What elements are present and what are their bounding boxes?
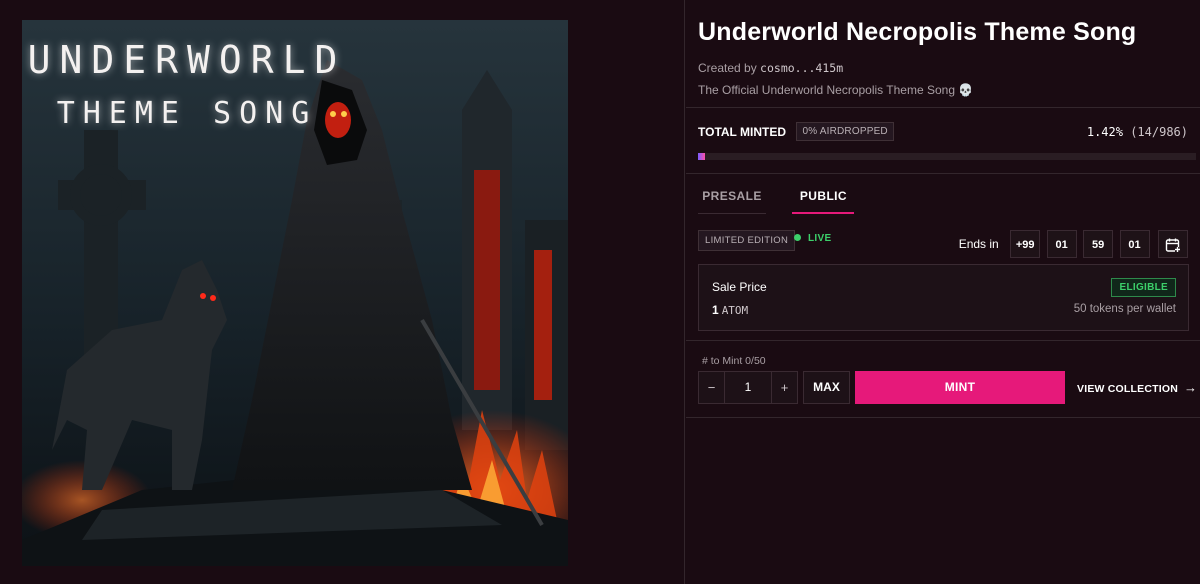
countdown-days: +99	[1010, 230, 1041, 258]
artwork-title-line2: THEME SONG	[56, 96, 318, 131]
collection-title: Underworld Necropolis Theme Song	[698, 18, 1137, 46]
countdown-seconds: 01	[1119, 230, 1150, 258]
sale-price-card: Sale Price ELIGIBLE 1 ATOM 50 tokens per …	[698, 264, 1189, 331]
collection-artwork: UNDERWORLD THEME SONG	[22, 20, 568, 566]
minted-fraction: (14/986)	[1130, 125, 1188, 139]
minted-count: 1.42% (14/986)	[1087, 125, 1188, 139]
mint-controls: # to Mint 0/50 − 1 + MAX MINT VIEW COLLE…	[686, 340, 1200, 418]
eligible-badge: ELIGIBLE	[1111, 278, 1176, 297]
sale-status-row: LIMITED EDITION LIVE Ends in +99 01 59 0…	[698, 230, 1188, 258]
countdown-minutes: 59	[1083, 230, 1114, 258]
calendar-add-icon[interactable]	[1158, 230, 1188, 258]
created-by-label: Created by	[698, 61, 757, 75]
per-wallet-limit: 50 tokens per wallet	[1073, 303, 1176, 315]
price-amount: 1	[712, 303, 719, 317]
tab-public[interactable]: PUBLIC	[792, 176, 855, 214]
artwork-title: UNDERWORLD THEME SONG	[22, 38, 352, 131]
mint-panel: Underworld Necropolis Theme Song Created…	[686, 0, 1200, 584]
ends-in-label: Ends in	[958, 237, 999, 251]
decrement-button[interactable]: −	[699, 372, 725, 403]
view-collection-link[interactable]: VIEW COLLECTION →	[1077, 371, 1197, 404]
quantity-stepper: − 1 +	[698, 371, 798, 404]
sale-price-label: Sale Price	[712, 280, 767, 294]
arrow-right-icon: →	[1184, 380, 1198, 395]
total-minted-section: TOTAL MINTED 0% AIRDROPPED 1.42% (14/986…	[686, 108, 1200, 174]
collection-description: The Official Underworld Necropolis Theme…	[698, 83, 974, 97]
countdown: Ends in +99 01 59 01	[959, 230, 1188, 258]
limited-edition-badge: LIMITED EDITION	[698, 230, 796, 251]
artwork-pane: UNDERWORLD THEME SONG	[0, 0, 685, 584]
total-minted-label: TOTAL MINTED	[698, 124, 786, 139]
increment-button[interactable]: +	[771, 372, 797, 403]
artwork-title-line1: UNDERWORLD	[27, 38, 347, 82]
price-currency: ATOM	[721, 304, 749, 317]
sale-phase-tabs: PRESALE PUBLIC	[698, 176, 855, 214]
to-mint-label: # to Mint 0/50	[702, 355, 766, 367]
live-status: LIVE	[794, 233, 831, 244]
collection-header: Underworld Necropolis Theme Song Created…	[686, 0, 1200, 108]
tab-presale[interactable]: PRESALE	[698, 176, 766, 214]
airdrop-badge: 0% AIRDROPPED	[796, 122, 894, 141]
creator-address-link[interactable]: cosmo...415m	[760, 61, 843, 75]
quantity-input[interactable]: 1	[725, 372, 771, 403]
mint-progress-bar	[698, 153, 1196, 160]
max-button[interactable]: MAX	[803, 371, 850, 404]
mint-button[interactable]: MINT	[855, 371, 1065, 404]
sale-price-value: 1 ATOM	[712, 303, 748, 317]
mint-progress-fill	[698, 153, 706, 160]
view-collection-label: VIEW COLLECTION	[1077, 383, 1178, 395]
live-dot-icon	[794, 234, 801, 241]
live-label: LIVE	[808, 233, 832, 244]
minted-percent: 1.42%	[1086, 125, 1123, 139]
creator-line: Created by cosmo...415m	[698, 61, 1188, 75]
countdown-hours: 01	[1046, 230, 1077, 258]
